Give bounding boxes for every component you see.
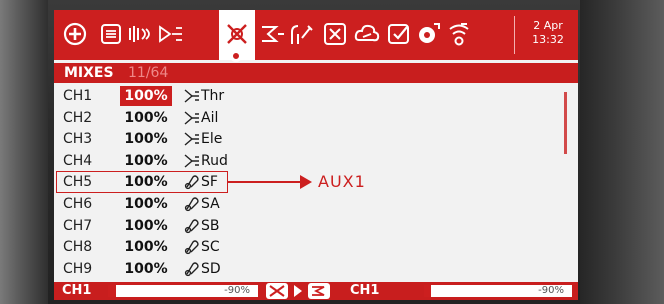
switch-icon [184, 239, 200, 255]
switch-icon [184, 196, 200, 212]
bottom-left-channel: CH1 [62, 283, 92, 298]
mix-weight-value[interactable]: 100% [120, 86, 172, 106]
mixes-title-bar: MIXES 11/64 [54, 63, 578, 83]
mix-source-label: SD [201, 260, 221, 277]
mix-channel-label: CH4 [63, 152, 93, 169]
mix-source-label: Rud [201, 152, 228, 169]
list-scrollbar[interactable] [564, 92, 567, 154]
radio-bezel-right [580, 0, 664, 304]
bottom-status-bar: CH1 -90% CH1 -90% [54, 282, 578, 300]
mix-source-label: Ele [201, 131, 223, 148]
annotation-arrow-line [228, 181, 302, 183]
outputs-icon[interactable] [260, 21, 286, 47]
home-icon[interactable] [62, 21, 88, 47]
switch-icon [184, 218, 200, 234]
mix-row-ch3[interactable]: CH3 100% Ele [54, 128, 564, 150]
mix-row-ch1[interactable]: CH1 100% Thr [54, 85, 564, 107]
mix-weight-value[interactable]: 100% [120, 151, 172, 171]
mix-row-ch2[interactable]: CH2 100% Ail [54, 107, 564, 129]
stick-icon [184, 131, 200, 147]
mix-source-label: SA [201, 196, 220, 212]
mix-source-label: SC [201, 239, 220, 256]
bottom-left-output-fill [108, 285, 116, 297]
mix-channel-label: CH9 [63, 260, 93, 277]
stick-icon [184, 88, 200, 104]
special-functions-icon[interactable] [354, 21, 380, 47]
mix-count: 11/64 [128, 65, 169, 81]
mix-weight-value[interactable]: 100% [120, 108, 172, 128]
mixes-icon[interactable] [224, 21, 250, 47]
model-list-icon[interactable] [98, 21, 124, 47]
active-tab-indicator [230, 50, 242, 62]
mix-channel-label: CH7 [63, 217, 93, 234]
mix-source-label: SB [201, 217, 220, 234]
mix-row-ch8[interactable]: CH8 100% SC [54, 236, 564, 258]
mix-channel-label: CH8 [63, 239, 93, 256]
mix-weight-value[interactable]: 100% [120, 194, 172, 214]
mix-source-label: Ail [201, 109, 219, 126]
mix-channel-label: CH2 [63, 109, 93, 126]
mix-weight-value[interactable]: 100% [120, 237, 172, 257]
stick-icon [184, 153, 200, 169]
stick-icon [184, 110, 200, 126]
bottom-right-output-fill [424, 285, 432, 297]
bottom-left-output-bar: -90% [108, 285, 258, 297]
bottom-right-channel: CH1 [350, 283, 380, 298]
mix-weight-value[interactable]: 100% [120, 259, 172, 279]
mix-channel-label: CH1 [63, 88, 93, 104]
time-label: 13:32 [532, 33, 564, 46]
mix-source-label: Thr [201, 88, 225, 104]
logical-switches-icon[interactable] [322, 21, 348, 47]
aux1-annotation-label: AUX1 [318, 172, 366, 191]
annotation-arrow-head [300, 175, 312, 189]
radio-bezel-left [0, 0, 48, 304]
model-setup-icon[interactable] [128, 21, 154, 47]
radio-screen: 2 Apr 13:32 MIXES 11/64 CH1 100% Thr CH2 100… [54, 10, 578, 300]
mix-row-ch7[interactable]: CH7 100% SB [54, 215, 564, 237]
mix-weight-value[interactable]: 100% [120, 129, 172, 149]
ch5-highlight-box [56, 171, 228, 193]
mix-weight-value[interactable]: 100% [120, 216, 172, 236]
radio-setup-icon[interactable] [446, 21, 472, 47]
mix-channel-label: CH3 [63, 131, 93, 148]
inputs-icon[interactable] [158, 21, 184, 47]
telemetry-icon[interactable] [416, 21, 442, 47]
bottom-right-output-bar: -90% [424, 285, 572, 297]
bottom-mode-indicator [264, 282, 344, 300]
top-menu-bar: 2 Apr 13:32 [54, 10, 578, 60]
mix-row-ch6[interactable]: CH6 100% SA [54, 193, 564, 215]
mix-row-ch9[interactable]: CH9 100% SD [54, 258, 564, 280]
bottom-right-value: -90% [538, 285, 564, 296]
top-bar-separator [514, 16, 515, 54]
curves-icon[interactable] [290, 21, 316, 47]
mix-row-ch4[interactable]: CH4 100% Rud [54, 150, 564, 172]
date-label: 2 Apr [533, 19, 563, 32]
page-title: MIXES [64, 65, 114, 81]
bottom-left-value: -90% [224, 285, 250, 296]
mix-channel-label: CH6 [63, 196, 93, 212]
switch-icon [184, 261, 200, 277]
custom-scripts-icon[interactable] [386, 21, 412, 47]
